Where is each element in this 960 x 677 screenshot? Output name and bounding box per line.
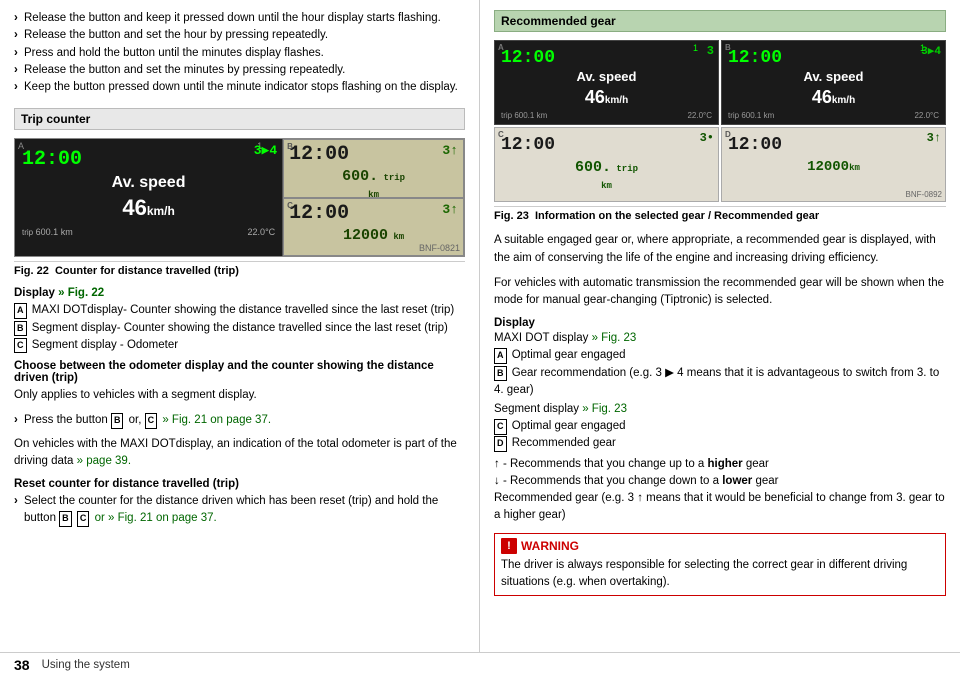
- left-column: Release the button and keep it pressed d…: [0, 0, 480, 652]
- rec-b-gear: 3▶4: [921, 44, 941, 58]
- choose-c-label: C: [145, 413, 158, 429]
- panel-b-label: B: [287, 142, 293, 151]
- right-label-B: B: [494, 366, 507, 382]
- bullet-5: Keep the button pressed down until the m…: [14, 79, 465, 96]
- rec-panel-d: D 12:00 3↑ 12000km BNF-0892: [721, 127, 946, 202]
- rec-a-index: 1: [693, 43, 698, 53]
- page: Release the button and keep it pressed d…: [0, 0, 960, 677]
- rec-b-label: B: [725, 43, 731, 52]
- rec-gear-text: Recommended gear (e.g. 3 ↑ means that it…: [494, 490, 946, 525]
- right-label-C: C: [494, 419, 507, 435]
- panel-b-display: B 12:00 3↑ 600. tripkm: [283, 139, 464, 198]
- right-column: Recommended gear A 1 12:00 3 Av. speed46…: [480, 0, 960, 652]
- down-arrow-text: ↓ - Recommends that you change down to a…: [494, 473, 946, 490]
- right-item-d: D Recommended gear: [494, 435, 946, 452]
- panel-b-time: 12:00: [289, 145, 458, 165]
- reset-c-label: C: [77, 511, 90, 527]
- bnf-label-left: BNF-0821: [419, 243, 460, 253]
- rec-c-gear: 3•: [700, 131, 714, 145]
- warning-header: ! WARNING: [501, 538, 939, 554]
- on-vehicles-text: On vehicles with the MAXI DOTdisplay, an…: [14, 436, 465, 471]
- bottom-text: Using the system: [42, 659, 130, 671]
- reset-b-label: B: [59, 511, 72, 527]
- warning-icon: !: [501, 538, 517, 554]
- reset-bullet: Select the counter for the distance driv…: [14, 493, 465, 528]
- rec-a-label: A: [498, 43, 504, 52]
- segment-ref: Segment display » Fig. 23: [494, 403, 946, 415]
- rec-a-time: 12:00: [501, 48, 712, 68]
- choose-heading: Choose between the odometer display and …: [14, 360, 465, 384]
- intro-bullets: Release the button and keep it pressed d…: [14, 10, 465, 96]
- right-item-b: B Gear recommendation (e.g. 3 ▶ 4 means …: [494, 365, 946, 400]
- right-display-heading: Display: [494, 317, 946, 329]
- rec-panel-a: A 1 12:00 3 Av. speed46km/h trip 600.1 k…: [494, 40, 719, 125]
- content-area: Release the button and keep it pressed d…: [0, 0, 960, 652]
- panel-c-time: 12:00: [289, 204, 458, 224]
- rec-a-gear: 3: [707, 44, 714, 58]
- panel-a-time: 12:00: [22, 148, 275, 171]
- right-body2: For vehicles with automatic transmission…: [494, 275, 946, 310]
- display-items: A MAXI DOTdisplay- Counter showing the d…: [14, 302, 465, 354]
- up-arrow-text: ↑ - Recommends that you change up to a h…: [494, 456, 946, 473]
- trip-counter-header: Trip counter: [14, 108, 465, 130]
- warning-box: ! WARNING The driver is always responsib…: [494, 533, 946, 597]
- rec-gear-displays: A 1 12:00 3 Av. speed46km/h trip 600.1 k…: [494, 40, 946, 202]
- page-number: 38: [14, 657, 30, 673]
- bullet-1: Release the button and keep it pressed d…: [14, 10, 465, 27]
- right-item-a: A Optimal gear engaged: [494, 347, 946, 364]
- panel-a-label: A: [18, 141, 24, 151]
- right-label-A: A: [494, 348, 507, 364]
- fig23-caption: Fig. 23 Information on the selected gear…: [494, 206, 946, 222]
- rec-a-speed: Av. speed46km/h: [501, 69, 712, 109]
- bnf-label-right: BNF-0892: [906, 190, 942, 199]
- rec-b-speed: Av. speed46km/h: [728, 69, 939, 109]
- rec-gear-header: Recommended gear: [494, 10, 946, 32]
- rec-c-label: C: [498, 130, 504, 139]
- bullet-3: Press and hold the button until the minu…: [14, 45, 465, 62]
- panel-a-speed-label: Av. speed 46km/h: [22, 173, 275, 222]
- panel-c-display: C 12:00 3↑ 12000 km BNF-0821: [283, 198, 464, 257]
- choose-bullets: Press the button B or, C » Fig. 21 on pa…: [14, 412, 465, 429]
- reset-heading: Reset counter for distance travelled (tr…: [14, 478, 465, 490]
- rec-d-number: 12000km: [728, 159, 939, 175]
- maxi-ref: MAXI DOT display » Fig. 23: [494, 332, 946, 344]
- choose-b-label: B: [111, 413, 124, 429]
- panel-a-bottom: trip 600.1 km 22.0°C: [22, 227, 275, 237]
- right-body1: A suitable engaged gear or, where approp…: [494, 232, 946, 267]
- rec-panel-b: B 1 12:00 3▶4 Av. speed46km/h trip 600.1…: [721, 40, 946, 125]
- rec-b-bottom: trip 600.1 km22.0°C: [728, 111, 939, 120]
- rec-c-time: 12:00: [501, 135, 712, 155]
- bullet-4: Release the button and set the minutes b…: [14, 62, 465, 79]
- warning-text: The driver is always responsible for sel…: [501, 557, 939, 592]
- rec-c-number: 600. tripkm: [501, 159, 712, 193]
- label-C: C: [14, 338, 27, 354]
- bottom-bar: 38 Using the system: [0, 652, 960, 677]
- panel-c-label: C: [287, 201, 293, 210]
- fig22-caption: Fig. 22 Counter for distance travelled (…: [14, 261, 465, 277]
- reset-bullets: Select the counter for the distance driv…: [14, 493, 465, 528]
- bullet-2: Release the button and set the hour by p…: [14, 27, 465, 44]
- rec-d-time: 12:00: [728, 135, 939, 155]
- rec-panel-c: C 12:00 3• 600. tripkm: [494, 127, 719, 202]
- panel-a-gear: 3▶4: [254, 143, 277, 158]
- rec-d-gear: 3↑: [927, 131, 941, 145]
- label-B: B: [14, 321, 27, 337]
- display-heading: Display » Fig. 22: [14, 287, 465, 299]
- right-item-c: C Optimal gear engaged: [494, 418, 946, 435]
- rec-d-label: D: [725, 130, 731, 139]
- panel-c-gear: 3↑: [442, 202, 458, 217]
- label-A: A: [14, 303, 27, 319]
- rec-a-bottom: trip 600.1 km22.0°C: [501, 111, 712, 120]
- panel-c-number: 12000 km: [289, 227, 458, 244]
- panel-b-gear: 3↑: [442, 143, 458, 158]
- choose-body: Only applies to vehicles with a segment …: [14, 387, 465, 404]
- rec-b-time: 12:00: [728, 48, 939, 68]
- right-label-D: D: [494, 436, 507, 452]
- choose-bullet: Press the button B or, C » Fig. 21 on pa…: [14, 412, 465, 429]
- trip-counter-display: A 1 12:00 3▶4 Av. speed 46km/h trip 600.…: [14, 138, 465, 257]
